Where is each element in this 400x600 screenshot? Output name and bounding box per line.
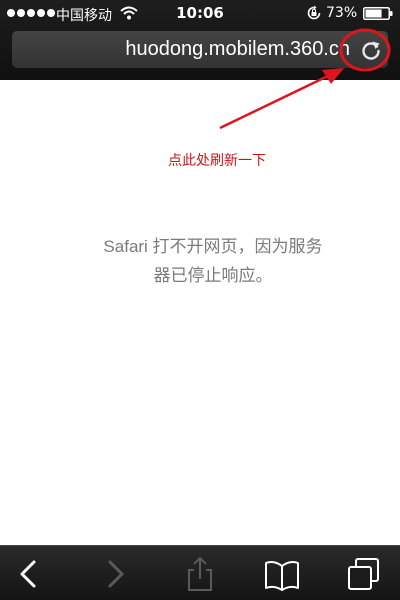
bottom-toolbar [0,545,400,600]
tabs-icon [348,558,379,590]
forward-icon [108,560,124,588]
annotation-arrow [219,73,331,130]
reload-button[interactable] [354,33,388,67]
share-icon [188,556,212,591]
share-button[interactable] [180,554,220,594]
battery-icon [363,7,393,20]
forward-button[interactable] [96,554,136,594]
url-text[interactable]: huodong.mobilem.360.cn [12,31,350,68]
tabs-button[interactable] [344,554,384,594]
address-bar[interactable]: huodong.mobilem.360.cn [12,31,388,68]
status-bar: 中国移动 10:06 73% [0,0,400,28]
reload-icon [362,41,380,60]
annotation-overlay [219,28,391,130]
annotation-text: 点此处刷新一下 [168,153,266,169]
rotation-lock-icon [307,5,321,20]
back-icon [20,560,36,588]
error-message-line: 器已停止响应。 [153,266,273,285]
bookmarks-icon [265,561,299,591]
bookmarks-button[interactable] [262,554,302,594]
error-message-line: Safari 打不开网页，因为服务 [103,237,323,256]
back-button[interactable] [8,554,48,594]
error-message: Safari 打不开网页，因为服务 器已停止响应。 [58,232,368,290]
battery-percent: 73% [326,5,358,21]
browser-top-bar: 中国移动 10:06 73% huodong.mobilem.360.cn [0,0,400,80]
